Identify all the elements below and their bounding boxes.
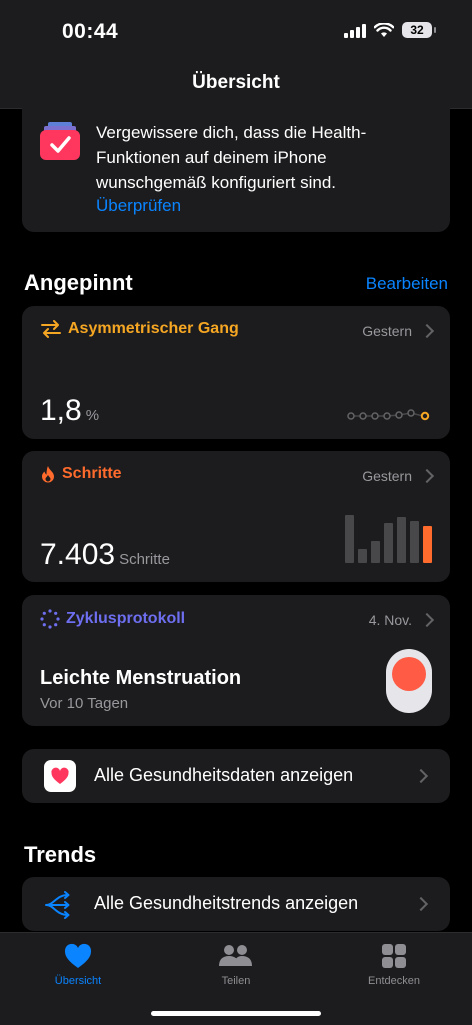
steps-bar-chart bbox=[345, 515, 432, 563]
steps-bar bbox=[358, 549, 367, 563]
show-all-trends-label: Alle Gesundheitstrends anzeigen bbox=[94, 893, 359, 913]
tab-browse[interactable]: Entdecken bbox=[334, 941, 454, 987]
gait-date-label: Gestern bbox=[362, 323, 412, 339]
steps-bar bbox=[410, 521, 419, 563]
home-indicator[interactable] bbox=[151, 1011, 321, 1016]
wifi-icon bbox=[374, 22, 394, 37]
cycle-ring-icon bbox=[40, 609, 60, 629]
gait-title-label: Asymmetrischer Gang bbox=[68, 320, 239, 337]
tab-summary-label: Übersicht bbox=[54, 975, 102, 987]
cellular-signal-icon bbox=[344, 22, 366, 38]
steps-bar bbox=[345, 515, 354, 563]
cycle-date-label: 4. Nov. bbox=[368, 612, 412, 628]
page-title: Übersicht bbox=[192, 72, 280, 93]
show-all-health-data-row[interactable]: Alle Gesundheitsdaten anzeigen bbox=[22, 749, 450, 803]
status-bar: 00:44 32 bbox=[0, 0, 472, 64]
chevron-right-icon bbox=[419, 468, 435, 484]
gait-value: 1,8% bbox=[40, 394, 99, 428]
status-time: 00:44 bbox=[62, 20, 119, 43]
steps-unit: Schritte bbox=[119, 551, 170, 568]
tab-sharing[interactable]: Teilen bbox=[176, 941, 296, 987]
tab-summary[interactable]: Übersicht bbox=[18, 941, 138, 987]
cycle-title: Zyklusprotokoll bbox=[40, 609, 185, 629]
cycle-title-label: Zyklusprotokoll bbox=[66, 610, 186, 627]
gait-date: Gestern bbox=[362, 323, 435, 339]
trends-icon bbox=[45, 891, 70, 919]
chevron-right-icon bbox=[419, 323, 435, 339]
flame-icon bbox=[42, 466, 54, 483]
chevron-right-icon bbox=[419, 612, 435, 628]
reminder-text: Vergewissere dich, dass die Health-Funkt… bbox=[96, 123, 367, 192]
tab-browse-label: Entdecken bbox=[368, 975, 420, 987]
steps-title-label: Schritte bbox=[62, 465, 122, 482]
cycle-date: 4. Nov. bbox=[368, 612, 435, 628]
menstruation-time-ago: Vor 10 Tagen bbox=[40, 695, 129, 712]
flow-drop-icon bbox=[392, 657, 426, 691]
tab-sharing-label: Teilen bbox=[221, 975, 251, 987]
status-icons: 32 bbox=[344, 22, 436, 38]
steps-value: 7.403 Schritte bbox=[40, 538, 170, 572]
cycle-tracking-card[interactable]: Zyklusprotokoll 4. Nov. Leichte Menstrua… bbox=[22, 595, 450, 726]
menstruation-indicator bbox=[386, 649, 432, 713]
steps-bar bbox=[397, 517, 406, 563]
steps-date: Gestern bbox=[362, 468, 435, 484]
pinned-section-title: Angepinnt bbox=[24, 270, 133, 295]
chevron-right-icon bbox=[413, 896, 429, 912]
gait-unit: % bbox=[85, 407, 100, 424]
tab-bar: Übersicht Teilen Entdecken bbox=[0, 932, 472, 1025]
steps-bar-current bbox=[423, 526, 432, 563]
gait-title: Asymmetrischer Gang bbox=[40, 320, 239, 338]
grid-icon bbox=[382, 944, 406, 968]
show-all-health-data-label: Alle Gesundheitsdaten anzeigen bbox=[94, 765, 354, 785]
chevron-right-icon bbox=[413, 768, 429, 784]
asymmetric-gait-card[interactable]: Asymmetrischer Gang Gestern 1,8% bbox=[22, 306, 450, 439]
menstruation-status: Leichte Menstruation bbox=[40, 667, 242, 689]
checklist-icon bbox=[40, 122, 80, 160]
gait-sparkline bbox=[347, 409, 430, 421]
steps-title: Schritte bbox=[40, 465, 122, 483]
steps-value-number: 7.403 bbox=[40, 538, 116, 571]
battery-indicator: 32 bbox=[402, 22, 436, 38]
gait-value-number: 1,8 bbox=[40, 394, 82, 427]
show-all-trends-row[interactable]: Alle Gesundheitstrends anzeigen bbox=[22, 877, 450, 931]
people-icon bbox=[219, 945, 252, 966]
gait-arrows-icon bbox=[41, 320, 61, 338]
steps-bar bbox=[384, 523, 393, 563]
steps-bar bbox=[371, 541, 380, 563]
health-app-icon bbox=[44, 760, 76, 792]
heart-icon bbox=[64, 943, 92, 968]
health-checklist-card[interactable]: Vergewissere dich, dass die Health-Funkt… bbox=[22, 108, 450, 232]
navigation-bar: Übersicht bbox=[0, 64, 472, 109]
review-link[interactable]: Überprüfen bbox=[96, 196, 181, 216]
edit-button[interactable]: Bearbeiten bbox=[366, 274, 448, 294]
trends-section-title: Trends bbox=[24, 842, 97, 867]
steps-date-label: Gestern bbox=[362, 468, 412, 484]
